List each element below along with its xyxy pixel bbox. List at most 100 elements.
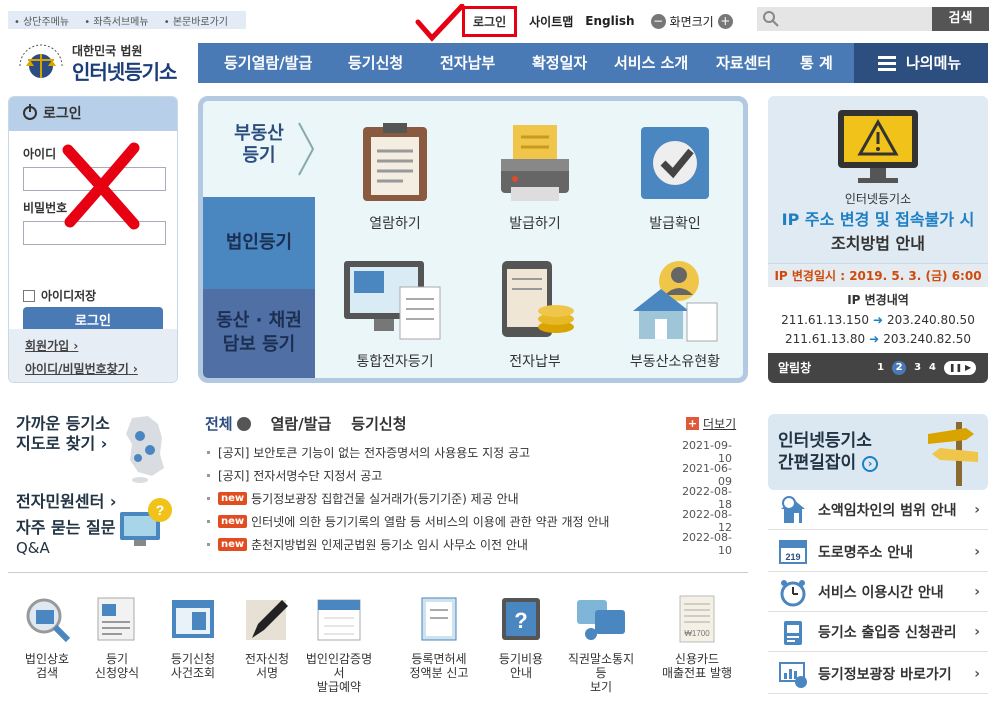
notice-title[interactable]: 인터넷에 의한 등기기록의 열람 등 서비스의 이용에 관한 약관 개정 안내 [251, 513, 678, 530]
svg-text:?: ? [156, 502, 165, 518]
view-registry-label: 열람하기 [369, 216, 421, 232]
quick-registry-cost[interactable]: ? 등기비용 안내 [484, 594, 558, 680]
document-stack-icon [421, 597, 457, 641]
tab-movable-bond-registry[interactable]: 동산 · 채권 담보 등기 [203, 289, 315, 378]
nav-item-service-intro[interactable]: 서비스 소개 [614, 43, 688, 83]
bullet-icon [207, 519, 210, 523]
question-document-icon: ? [502, 598, 540, 640]
quick-license-tax[interactable]: 등록면허세 정액분 신고 [402, 594, 476, 680]
bullet-icon [207, 473, 210, 477]
notice-row[interactable]: [공지] 전자서명수단 지정서 공고 2021-06-09 [207, 462, 732, 488]
id-badge-icon [784, 620, 802, 645]
find-account-link[interactable]: 아이디/비밀번호찾기 › [25, 360, 161, 377]
easy-guide-banner[interactable]: 인터넷등기소 간편길잡이 › [768, 414, 988, 490]
zoom-in-button[interactable]: + [717, 13, 733, 29]
banner-line2: IP 주소 변경 및 접속불가 시 [781, 210, 975, 229]
skip-link[interactable]: • 상단주메뉴 [14, 17, 75, 28]
alert-pagination: 1 2 3 4 ❚❚ ▶ [873, 353, 980, 383]
red-x-annotation [62, 142, 140, 230]
id-label: 아이디 [23, 147, 57, 161]
tab-view-issue[interactable]: 열람/발급 [271, 413, 332, 434]
nav-item-fixed-date[interactable]: 확정일자 [532, 43, 587, 83]
shortcut-small-tenant[interactable]: 소액임차인의 범위 안내 › [768, 490, 988, 530]
skip-link[interactable]: • 본문바로가기 [164, 17, 234, 28]
nav-item-view-issue[interactable]: 등기열람/발급 [224, 43, 312, 83]
notice-row[interactable]: new 등기정보광장 집합건물 실거래가(등기기준) 제공 안내 2022-08-1… [207, 485, 732, 511]
skip-link[interactable]: • 좌측서브메뉴 [84, 17, 154, 28]
red-check-annotation [415, 4, 465, 42]
integrated-e-registry-item[interactable]: 통합전자등기 [335, 257, 455, 371]
nav-item-apply[interactable]: 등기신청 [348, 43, 403, 83]
zoom-out-button[interactable]: − [650, 13, 666, 29]
top-login-link[interactable]: 로그인 [462, 5, 518, 37]
page-4[interactable]: 4 [929, 353, 936, 383]
power-icon [23, 104, 37, 120]
notice-title[interactable]: 등기정보광장 집합건물 실거래가(등기기준) 제공 안내 [251, 490, 678, 507]
ip-row: 211.61.13.150 ➜ 203.240.80.50 [781, 313, 975, 327]
search-button[interactable]: 검색 [932, 7, 989, 31]
login-panel-header: 로그인 [9, 97, 177, 131]
notice-row[interactable]: new 인터넷에 의한 등기기록의 열람 등 서비스의 이용에 관한 약관 개정 … [207, 508, 732, 534]
sitemap-link[interactable]: 사이트맵 [529, 13, 573, 30]
pause-next-control[interactable]: ❚❚ ▶ [944, 361, 976, 375]
checkmark-badge-icon [641, 127, 709, 199]
quick-card-receipt[interactable]: ₩1700 신용카드 매출전표 발행 [660, 594, 734, 680]
english-link[interactable]: English [585, 14, 634, 28]
chart-monitor-icon [779, 661, 807, 688]
notice-row[interactable]: [공지] 보안토큰 기능이 없는 전자증명서의 사용용도 지정 공고 2021-0… [207, 439, 732, 465]
search-icon [763, 11, 779, 27]
new-badge: new [218, 491, 248, 505]
join-link[interactable]: 회원가입 › [25, 337, 161, 354]
page-3[interactable]: 3 [914, 353, 921, 383]
tab-corporate-registry[interactable]: 법인등기 [203, 197, 315, 289]
quick-case-lookup[interactable]: 등기신청 사건조회 [156, 594, 230, 680]
warning-monitor-icon [838, 110, 918, 183]
notice-tabs: 전체 열람/발급 등기신청 [205, 413, 427, 434]
nav-item-e-payment[interactable]: 전자납부 [440, 43, 495, 83]
quick-e-signature[interactable]: 전자신청 서명 [230, 594, 304, 680]
my-menu-button[interactable]: 나의메뉴 [854, 43, 988, 83]
tab-all[interactable]: 전체 [205, 413, 251, 434]
nearby-registry-link[interactable]: 가까운 등기소 지도로 찾기 › [16, 414, 110, 454]
house-owner-icon [633, 261, 718, 342]
quick-corp-name-search[interactable]: 법인상호 검색 [10, 594, 84, 680]
shortcut-entry-pass[interactable]: 등기소 출입증 신청관리 › [768, 612, 988, 652]
faq-link[interactable]: 자주 묻는 질문 Q&A [16, 518, 115, 558]
banner-line3: 조치방법 안내 [831, 234, 925, 253]
issue-registry-item[interactable]: 발급하기 [475, 121, 595, 233]
shortcut-road-address[interactable]: 219 도로명주소 안내 › [768, 532, 988, 572]
shortcut-registry-data-plaza[interactable]: 등기정보광장 바로가기 › [768, 654, 988, 694]
page-2[interactable]: 2 [892, 361, 907, 375]
magnifier-document-icon [26, 598, 71, 643]
property-ownership-item[interactable]: 부동산소유현황 [615, 257, 735, 371]
divider [8, 572, 748, 573]
nav-item-data-center[interactable]: 자료센터 [716, 43, 771, 83]
verify-issuance-label: 발급확인 [649, 216, 701, 232]
notice-title[interactable]: 춘천지방법원 인제군법원 등기소 임시 사무소 이전 안내 [251, 536, 678, 553]
notice-row[interactable]: new 춘천지방법원 인제군법원 등기소 임시 사무소 이전 안내 2022-08-… [207, 531, 732, 557]
nav-item-statistics[interactable]: 통 계 [800, 43, 833, 83]
notice-title[interactable]: [공지] 전자서명수단 지정서 공고 [218, 467, 678, 484]
notice-title[interactable]: [공지] 보안토큰 기능이 없는 전자증명서의 사용용도 지정 공고 [218, 444, 678, 461]
save-id-option[interactable]: 아이디저장 [23, 287, 96, 304]
faq-monitor-icon: ? [120, 498, 172, 546]
bullet-icon [207, 542, 210, 546]
court-emblem-logo[interactable] [14, 36, 68, 84]
ip-change-banner[interactable]: 인터넷등기소 IP 주소 변경 및 접속불가 시 조치방법 안내 IP 변경일시… [768, 96, 988, 383]
view-registry-item[interactable]: 열람하기 [335, 121, 455, 233]
quick-registry-forms[interactable]: 등기 신청양식 [80, 594, 154, 680]
save-id-checkbox[interactable] [23, 289, 35, 302]
shortcut-service-hours[interactable]: 서비스 이용시간 안내 › [768, 572, 988, 612]
verify-issuance-item[interactable]: 발급확인 [615, 121, 735, 233]
quick-seal-certificate[interactable]: 법인인감증명서 발급예약 [302, 594, 376, 694]
hamburger-icon [878, 53, 896, 74]
tab-registry-apply[interactable]: 등기신청 [351, 413, 406, 434]
logo-title[interactable]: 인터넷등기소 [72, 56, 177, 85]
quick-cancellation-notice[interactable]: 직권말소통지등 보기 [564, 594, 638, 694]
e-payment-item[interactable]: 전자납부 [475, 257, 595, 371]
search-input[interactable] [784, 9, 924, 29]
notice-date: 2022-08-10 [682, 531, 732, 557]
more-link[interactable]: + 더보기 [686, 415, 736, 432]
page-1[interactable]: 1 [877, 353, 884, 383]
e-civil-center-link[interactable]: 전자민원센터 › [16, 492, 117, 512]
